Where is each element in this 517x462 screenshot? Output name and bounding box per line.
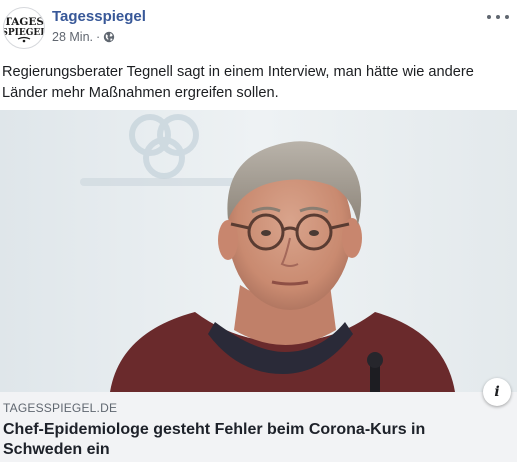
logo-text-bottom: SPIEGEL	[4, 28, 44, 38]
post-timestamp[interactable]: 28 Min.	[52, 30, 93, 44]
post-header: TAGES SPIEGEL Tagesspiegel 28 Min. ·	[0, 0, 517, 58]
portrait-photo	[0, 110, 517, 392]
post-meta: 28 Min. ·	[52, 30, 115, 44]
post-text: Regierungsberater Tegnell sagt in einem …	[2, 64, 474, 101]
page-name-link[interactable]: Tagesspiegel	[52, 8, 146, 25]
globe-icon	[103, 31, 115, 43]
link-domain: TAGESSPIEGEL.DE	[3, 401, 118, 415]
info-icon[interactable]: i	[483, 378, 511, 406]
facebook-post: TAGES SPIEGEL Tagesspiegel 28 Min. ·	[0, 0, 517, 462]
more-dot	[487, 15, 491, 19]
more-dot	[505, 15, 509, 19]
more-dot	[496, 15, 500, 19]
link-preview-image[interactable]	[0, 110, 517, 392]
more-options-button[interactable]	[487, 10, 509, 24]
tagesspiegel-logo: TAGES SPIEGEL	[4, 16, 44, 43]
logo-text-top: TAGES	[4, 16, 44, 28]
meta-separator: ·	[96, 30, 101, 44]
page-avatar[interactable]: TAGES SPIEGEL	[3, 7, 45, 49]
link-headline[interactable]: Chef-Epidemiologe gesteht Fehler beim Co…	[3, 420, 473, 460]
link-preview[interactable]: i TAGESSPIEGEL.DE Chef-Epidemiologe gest…	[0, 378, 517, 462]
